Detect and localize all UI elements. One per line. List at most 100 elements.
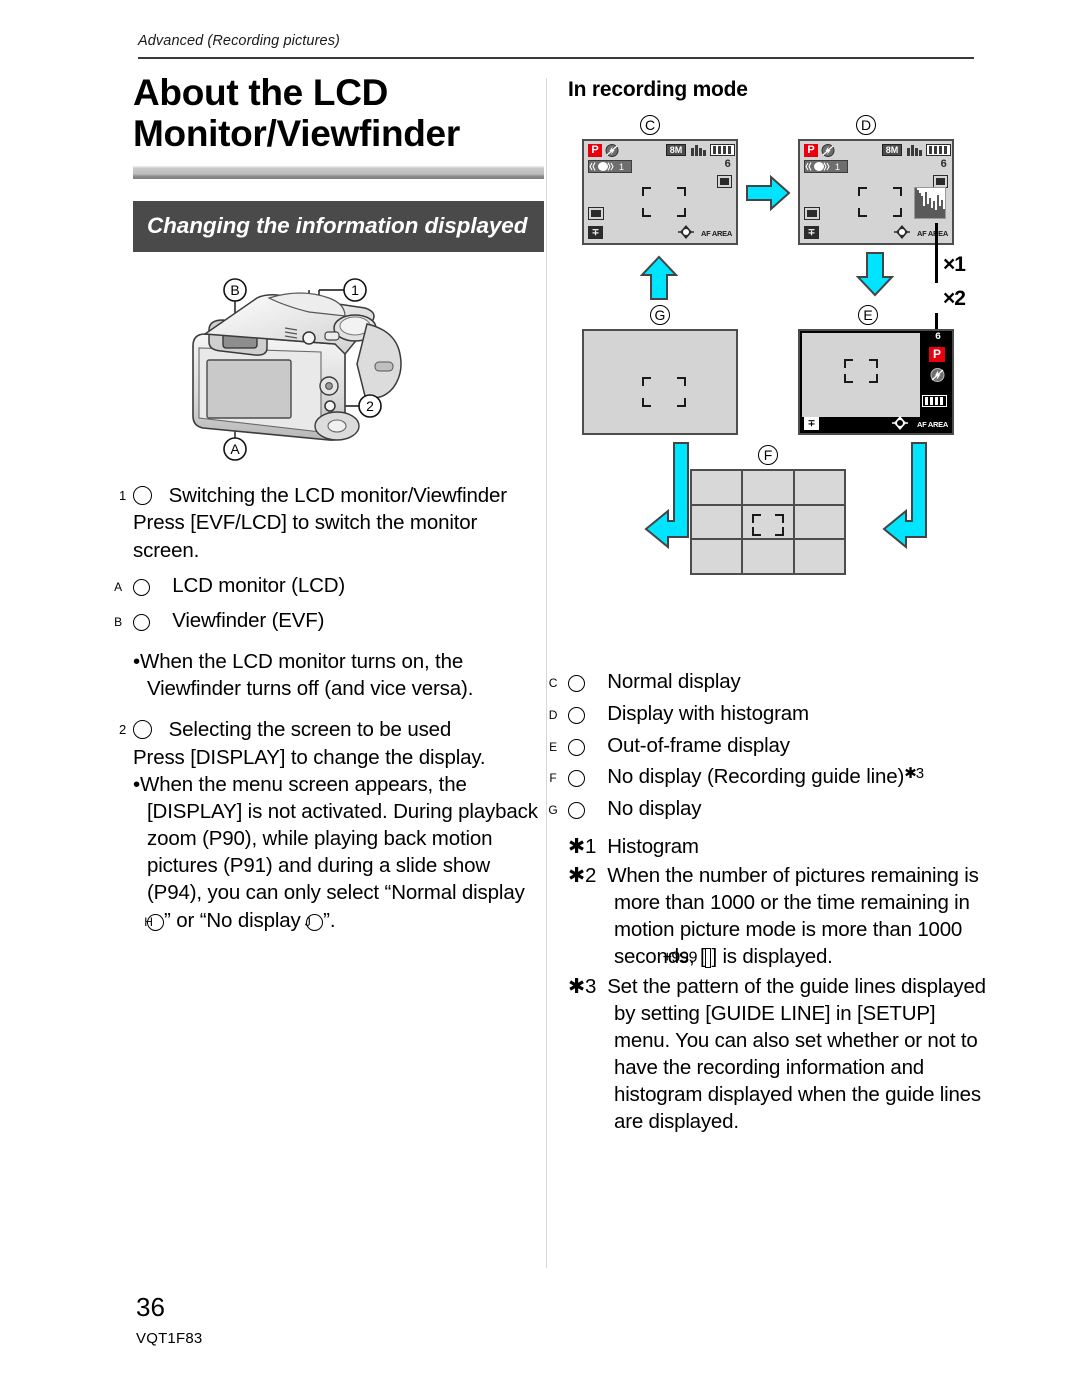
legend-row-e: E Out-of-frame display — [549, 730, 988, 762]
arrow-down-d-to-e — [856, 252, 894, 297]
legend-row-d: D Display with histogram — [549, 698, 988, 730]
screen-f-guide-line-display — [690, 469, 846, 575]
item-a-label: LCD monitor (LCD) — [172, 573, 346, 597]
pictures-remaining: 6 — [940, 159, 947, 171]
guide-cell-4 — [692, 505, 742, 539]
bullet-1: •When the LCD monitor turns on, the View… — [133, 650, 474, 701]
screen-c-normal-display: P 1 8M 6 ∓ AF AREA — [582, 139, 738, 245]
svg-text:1: 1 — [835, 162, 840, 172]
left-column: About the LCD Monitor/Viewfinder Changin… — [114, 72, 545, 934]
flash-off-icon — [930, 368, 945, 382]
step-1-body: Press [EVF/LCD] to switch the monitor sc… — [133, 511, 478, 562]
recording-mode-title: In recording mode — [568, 78, 748, 101]
pictures-remaining: 6 — [724, 159, 731, 171]
battery-full-icon — [926, 144, 951, 156]
note-3-text: Set the pattern of the guide lines displ… — [607, 974, 986, 1134]
screen-g-no-display — [582, 329, 738, 435]
callout-star-2: ×2 — [943, 287, 966, 310]
af-frame — [858, 187, 902, 217]
image-stabilizer-icon: 1 — [589, 162, 624, 172]
screen-e-out-of-frame-display: 6 P ∓ AF AREA — [798, 329, 954, 435]
svg-text:A: A — [230, 441, 240, 457]
joystick-icon — [678, 225, 694, 239]
page-title: About the LCD Monitor/Viewfinder — [133, 72, 460, 155]
mode-badge-p: P — [588, 144, 602, 157]
svg-text:1: 1 — [351, 282, 359, 298]
guide-cell-5 — [743, 505, 793, 539]
item-a: A LCD monitor (LCD) — [114, 572, 545, 599]
camera-illustration: B 1 2 A — [169, 268, 509, 468]
metering-icon — [804, 207, 820, 220]
bullet-1-text: When the LCD monitor turns on, the Viewf… — [140, 650, 474, 701]
screen-f-label: F — [758, 445, 778, 465]
pictures-remaining: 6 — [934, 332, 941, 343]
step-2: 2 Selecting the screen to be used — [119, 716, 545, 743]
title-gradient-bar — [133, 165, 544, 179]
legend-text-e: Out-of-frame display — [607, 733, 790, 757]
af-area-label: AF AREA — [917, 229, 948, 238]
marker-j: J — [305, 913, 324, 931]
item-b-label: Viewfinder (EVF) — [172, 608, 325, 632]
legend-marker-g: G — [548, 802, 585, 820]
item-b-marker: B — [114, 613, 150, 631]
note-2-text-part2: ] is displayed. — [711, 945, 833, 969]
svg-text:B: B — [230, 282, 239, 298]
joystick-icon — [892, 416, 908, 430]
note-1-marker: ✱1 — [568, 834, 597, 858]
legend-marker-d: D — [549, 706, 585, 724]
joystick-icon — [894, 225, 910, 239]
guide-cell-8 — [743, 540, 793, 573]
legend-list: C Normal display D Display with histogra… — [548, 666, 988, 1136]
mode-badge-p: P — [929, 347, 945, 362]
guide-cell-9 — [794, 540, 844, 573]
guide-cell-1 — [692, 471, 742, 504]
step-1: 1 Switching the LCD monitor/Viewfinder — [119, 482, 545, 509]
af-frame — [752, 513, 785, 536]
step-2-heading: Selecting the screen to be used — [168, 718, 452, 742]
battery-full-icon — [922, 395, 947, 407]
arrow-bent-e-to-f — [882, 442, 927, 550]
legend-sup-f: ✱3 — [904, 765, 924, 783]
note-2-marker: ✱2 — [568, 863, 597, 887]
model-code: VQT1F83 — [136, 1330, 203, 1347]
callout-1-leader — [935, 223, 938, 283]
flash-off-icon — [821, 144, 835, 157]
header-rule — [138, 57, 974, 59]
note-1: ✱1 Histogram — [568, 833, 988, 860]
legend-text-d: Display with histogram — [607, 701, 809, 725]
guide-cell-2 — [743, 471, 793, 504]
resolution-badge: 8M — [666, 144, 686, 156]
internal-memory-icon — [717, 175, 732, 188]
mode-badge-p: P — [804, 144, 818, 157]
exposure-compensation-icon: ∓ — [588, 226, 603, 239]
svg-text:1: 1 — [619, 162, 624, 172]
page-number: 36 — [136, 1292, 165, 1322]
guide-cell-3 — [794, 471, 844, 504]
step-2-marker: 2 — [119, 720, 152, 740]
item-a-marker: A — [114, 578, 150, 596]
callout-star-1: ×1 — [943, 253, 966, 276]
screen-e-label: E — [858, 305, 878, 325]
image-stabilizer-chip: 1 — [588, 160, 632, 173]
step-2-body: Press [DISPLAY] to change the display. — [133, 745, 486, 769]
histogram-icon — [914, 187, 946, 219]
note-3-marker: ✱3 — [568, 974, 597, 998]
af-area-label: AF AREA — [917, 420, 948, 429]
bullet-2-text-part2: ” or “No display — [164, 908, 307, 932]
quality-fine-icon — [907, 145, 922, 156]
note-3: ✱3 Set the pattern of the guide lines di… — [568, 973, 988, 1136]
legend-row-g: G No display — [548, 793, 988, 825]
display-cycle-diagram: C P 1 8M 6 ∓ AF AREA D P 1 8M 6 ∓ AF ARE… — [568, 115, 988, 660]
svg-text:2: 2 — [366, 398, 374, 414]
bullet-2: •When the menu screen appears, the [DISP… — [133, 772, 538, 932]
legend-text-c: Normal display — [607, 670, 741, 693]
af-area-label: AF AREA — [701, 229, 732, 238]
quality-fine-icon — [691, 145, 706, 156]
resolution-badge: 8M — [882, 144, 902, 156]
flash-off-icon — [605, 144, 619, 157]
exposure-compensation-icon: ∓ — [804, 417, 819, 430]
af-frame — [642, 377, 686, 407]
guide-cell-6 — [794, 505, 844, 539]
step-1-heading: Switching the LCD monitor/Viewfinder — [168, 484, 507, 508]
battery-full-icon — [710, 144, 735, 156]
